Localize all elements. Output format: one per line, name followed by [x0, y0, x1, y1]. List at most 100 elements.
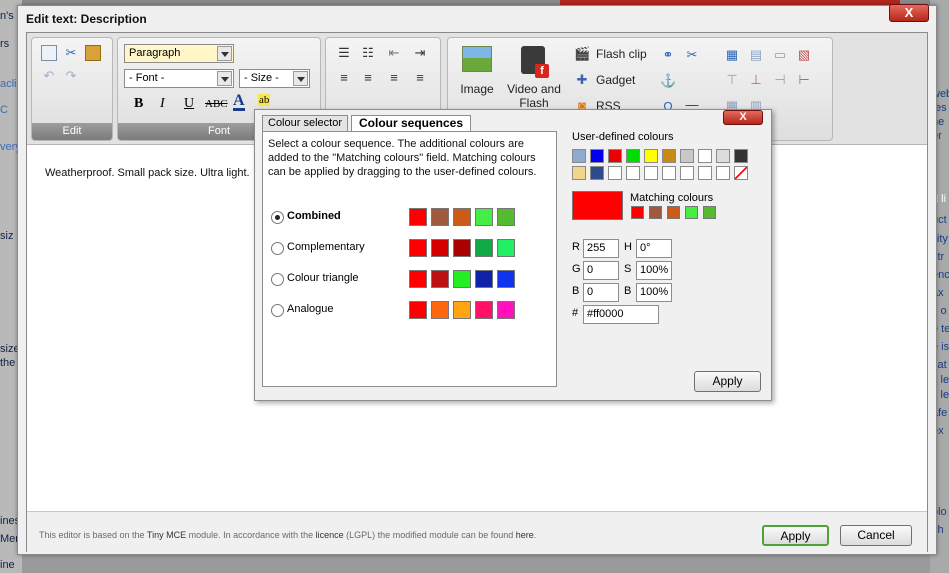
user-colour-swatch[interactable]	[716, 166, 730, 180]
user-colour-swatch[interactable]	[698, 149, 712, 163]
sequence-option[interactable]: Colour triangle	[271, 270, 551, 290]
no-colour-swatch[interactable]	[734, 166, 748, 180]
italic-icon[interactable]: I	[160, 96, 165, 112]
radio-button[interactable]	[271, 304, 284, 317]
matching-colour-swatch[interactable]	[667, 206, 680, 219]
tab-colour-sequences[interactable]: Colour sequences	[351, 115, 471, 132]
copy-icon[interactable]	[41, 45, 57, 61]
row-after-icon[interactable]: ⊥	[748, 72, 764, 88]
colour-picker-close-button[interactable]: X	[723, 110, 763, 125]
insert-table-icon[interactable]: ▦	[724, 47, 740, 63]
radio-button[interactable]	[271, 211, 284, 224]
bold-icon[interactable]: B	[134, 96, 143, 112]
highlight-color-icon[interactable]: ab	[258, 94, 271, 106]
user-colour-swatch[interactable]	[734, 149, 748, 163]
sequence-swatch[interactable]	[453, 301, 471, 319]
underline-icon[interactable]: U	[184, 96, 194, 112]
bullet-list-icon[interactable]: ☰	[336, 45, 352, 61]
user-colour-swatch[interactable]	[608, 149, 622, 163]
user-colour-swatch[interactable]	[680, 166, 694, 180]
sequence-swatch[interactable]	[409, 270, 427, 288]
numbered-list-icon[interactable]: ☷	[360, 45, 376, 61]
indent-icon[interactable]: ⇥	[412, 45, 428, 61]
b-input[interactable]: 0	[583, 283, 619, 302]
tinymce-link[interactable]: Tiny MCE	[147, 530, 186, 540]
row-before-icon[interactable]: ⊤	[724, 72, 740, 88]
radio-button[interactable]	[271, 242, 284, 255]
video-flash-button-label[interactable]: Video and Flash	[504, 82, 564, 110]
s-input[interactable]: 100%	[636, 261, 672, 280]
sequence-swatch[interactable]	[497, 270, 515, 288]
font-select[interactable]: - Font -	[124, 69, 234, 88]
anchor-icon[interactable]: ⚓	[660, 73, 676, 89]
col-before-icon[interactable]: ⊣	[772, 72, 788, 88]
image-button-label[interactable]: Image	[456, 82, 498, 96]
brightness-input[interactable]: 100%	[636, 283, 672, 302]
user-colour-swatch[interactable]	[644, 166, 658, 180]
matching-colour-swatch[interactable]	[685, 206, 698, 219]
colour-apply-button[interactable]: Apply	[694, 371, 761, 392]
sequence-swatch[interactable]	[497, 301, 515, 319]
sequence-swatch[interactable]	[453, 270, 471, 288]
matching-colour-swatch[interactable]	[703, 206, 716, 219]
user-colour-swatch[interactable]	[626, 166, 640, 180]
sequence-swatch[interactable]	[431, 208, 449, 226]
user-colour-swatch[interactable]	[572, 149, 586, 163]
flash-clip-button[interactable]: Flash clip	[596, 47, 647, 61]
align-left-icon[interactable]: ≡	[336, 70, 352, 86]
here-link[interactable]: here	[516, 530, 534, 540]
redo-icon[interactable]: ↷	[63, 68, 79, 84]
align-right-icon[interactable]: ≡	[386, 70, 402, 86]
g-input[interactable]: 0	[583, 261, 619, 280]
sequence-swatch[interactable]	[431, 301, 449, 319]
flash-clip-icon[interactable]: 🎬	[574, 46, 590, 62]
unlink-icon[interactable]: ✂	[684, 47, 700, 63]
user-colour-swatch[interactable]	[662, 149, 676, 163]
sequence-swatch[interactable]	[475, 239, 493, 257]
licence-link[interactable]: licence	[316, 530, 344, 540]
outdent-icon[interactable]: ⇤	[386, 45, 402, 61]
sequence-option[interactable]: Complementary	[271, 239, 551, 259]
sequence-swatch[interactable]	[409, 239, 427, 257]
image-icon[interactable]	[462, 46, 492, 72]
h-input[interactable]: 0°	[636, 239, 672, 258]
text-color-icon[interactable]: A	[233, 93, 245, 111]
sequence-swatch[interactable]	[475, 301, 493, 319]
delete-table-icon[interactable]: ▧	[796, 47, 812, 63]
sequence-swatch[interactable]	[431, 270, 449, 288]
user-colour-swatch[interactable]	[680, 149, 694, 163]
sequence-swatch[interactable]	[475, 208, 493, 226]
dialog-close-button[interactable]: X	[889, 4, 929, 22]
hex-input[interactable]: #ff0000	[583, 305, 659, 324]
user-colour-swatch[interactable]	[644, 149, 658, 163]
user-colour-swatch[interactable]	[572, 166, 586, 180]
paste-icon[interactable]	[85, 45, 101, 61]
size-select[interactable]: - Size -	[239, 69, 310, 88]
r-input[interactable]: 255	[583, 239, 619, 258]
sequence-swatch[interactable]	[453, 239, 471, 257]
align-center-icon[interactable]: ≡	[360, 70, 376, 86]
sequence-swatch[interactable]	[453, 208, 471, 226]
user-colour-swatch[interactable]	[608, 166, 622, 180]
link-icon[interactable]: ⚭	[660, 47, 676, 63]
cut-icon[interactable]: ✂	[63, 45, 79, 61]
paragraph-select[interactable]: Paragraph	[124, 44, 234, 63]
sequence-swatch[interactable]	[497, 208, 515, 226]
sequence-swatch[interactable]	[409, 301, 427, 319]
editor-content[interactable]: Weatherproof. Small pack size. Ultra lig…	[45, 167, 250, 179]
sequence-option[interactable]: Combined	[271, 208, 551, 228]
gadget-button[interactable]: Gadget	[596, 73, 635, 87]
col-after-icon[interactable]: ⊢	[796, 72, 812, 88]
sequence-option[interactable]: Analogue	[271, 301, 551, 321]
gadget-icon[interactable]: ✚	[574, 72, 590, 88]
sequence-swatch[interactable]	[475, 270, 493, 288]
sequence-swatch[interactable]	[497, 239, 515, 257]
radio-button[interactable]	[271, 273, 284, 286]
matching-colour-swatch[interactable]	[631, 206, 644, 219]
cancel-button[interactable]: Cancel	[840, 525, 912, 546]
align-justify-icon[interactable]: ≡	[412, 70, 428, 86]
apply-button[interactable]: Apply	[762, 525, 829, 546]
user-colour-swatch[interactable]	[662, 166, 676, 180]
tab-colour-selector[interactable]: Colour selector	[262, 115, 348, 131]
cell-props-icon[interactable]: ▭	[772, 47, 788, 63]
